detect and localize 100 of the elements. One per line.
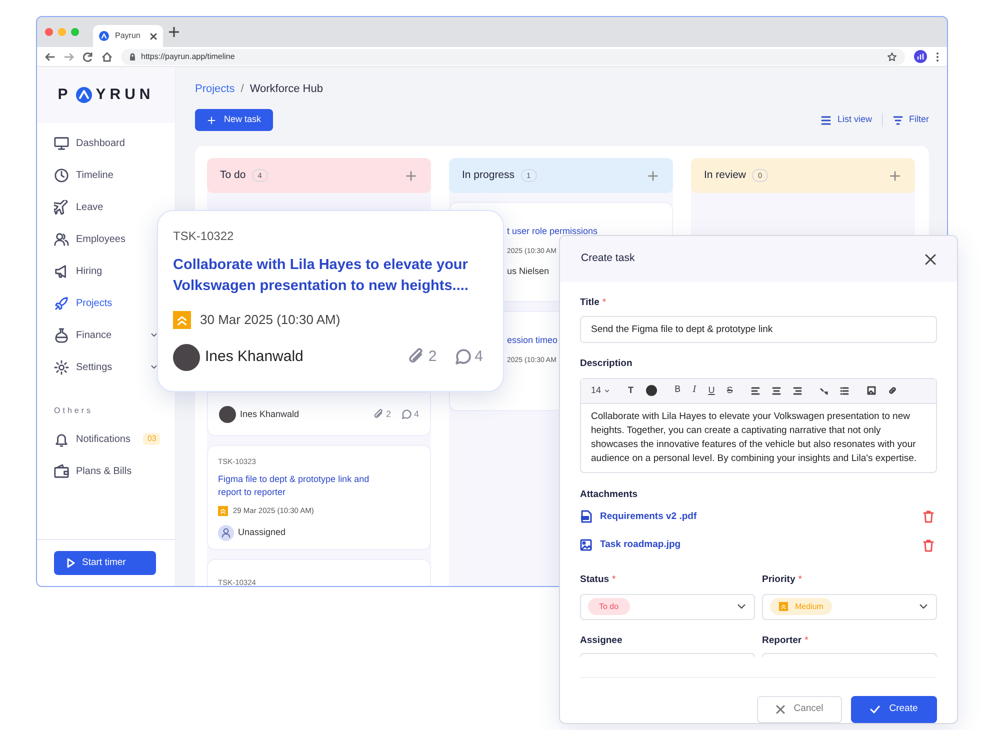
section-label: Others [54,405,94,417]
description-text: Collaborate with Lila Hayes to elevate your Volkswagen presentation to new heights. Together, you can create a captivating narrative that not only showcases the innovative features of the vehicle but also resonates with your audience on a personal level. By combining your insights and Lila's expertise. [590,410,918,466]
new-task-button[interactable]: New task [195,109,274,131]
sidebar-item[interactable]: Finance [54,319,158,351]
italic-button[interactable]: I [692,384,696,398]
required-mark: * [804,634,808,648]
filter-button[interactable]: Filter [893,113,929,127]
sidebar-item[interactable]: Settings [54,351,158,383]
sidebar-item[interactable]: Timeline [54,159,158,191]
attachment-link[interactable]: Requirements v2 .pdf [600,510,697,524]
url-text: https://payrun.app/timeline [141,50,235,62]
lock-icon [129,52,136,60]
home-icon [102,52,112,62]
chevron-icon [604,388,610,394]
field-label: Description [580,357,632,372]
title-input[interactable]: Send the Figma file to dept & prototype link [580,316,937,344]
address-bar[interactable]: https://payrun.app/timeline [121,48,905,64]
priority-icon [779,602,788,611]
sidebar-item[interactable]: Plans & Bills [54,455,158,487]
comment-icon [400,409,412,420]
sidebar-item[interactable]: Dashboard [54,127,158,159]
close-icon [150,32,157,40]
logo-icon [99,31,109,41]
flask-icon [54,328,69,342]
required-mark: * [612,573,616,588]
avatar [173,344,200,370]
breadcrumb-separator: / [240,82,244,97]
close-window-icon [45,28,53,36]
logo-text: P [58,84,72,105]
list-icon [821,116,832,124]
logo-icon [76,87,92,103]
users-icon [54,232,69,246]
field-label: Reporter [762,634,802,648]
modal-title: Create task [581,251,635,266]
logo-text: YRUN [96,84,154,105]
text-color-button[interactable] [646,385,657,396]
count-badge: 03 [143,433,160,445]
sidebar-item[interactable]: Hiring [54,255,158,287]
sidebar-item[interactable]: Notifications 03 [54,423,158,455]
assignee-name: Unassigned [238,526,286,539]
required-mark: * [602,296,606,310]
assignee-name: us Nielsen [507,265,550,278]
section-label: Attachments [580,488,639,502]
text-style-button[interactable]: T [628,384,634,398]
comment-count: 4 [474,346,483,367]
sidebar-item[interactable]: Employees [54,223,158,255]
sidebar-item[interactable]: Leave [54,191,158,223]
clock-icon [54,168,69,182]
image-icon [866,386,876,395]
task-title: Collaborate with Lila Hayes to elevate your Volkswagen presentation to new heights.... [173,256,470,296]
minimize-window-icon [58,28,66,36]
link-icon [888,386,897,395]
font-size-select[interactable]: 14 [591,384,610,398]
list-view-button[interactable]: List view [821,113,872,127]
align-left-icon [750,386,760,394]
priority-icon [173,310,191,329]
align-center-icon [772,386,781,394]
bell-icon [54,432,69,446]
required-mark: * [798,573,802,588]
start-timer-button[interactable]: Start timer [54,551,156,575]
reload-icon [83,52,93,62]
filter-icon [893,116,903,124]
task-card[interactable]: TSK-10322 Collaborate with Lila Hayes to elevate your Volkswagen presentation to new heights.... 30 Mar 2025 (10:30 AM) Ines Khanwald 2 4 [157,210,504,392]
browser-tab[interactable]: Payrun [93,25,163,47]
assignee-name: Ines Khanwald [240,408,300,421]
profile-icon [914,50,927,63]
add-icon [889,170,901,182]
trash-icon [923,538,934,552]
task-card[interactable]: Ines Khanwald 2 4 [207,393,431,436]
strikethrough-button[interactable]: S [726,384,733,398]
task-date: 30 Mar 2025 (10:30 AM) [200,311,340,329]
breadcrumb-link[interactable]: Projects [195,80,235,98]
star-icon [887,52,897,62]
priority-badge: Medium [770,598,832,615]
attachment-count: 2 [428,346,437,367]
cancel-button[interactable]: Cancel [757,696,842,723]
image-file-icon [580,539,592,552]
attachment-link[interactable]: Task roadmap.jpg [600,538,681,552]
forward-icon [64,52,74,62]
pdf-file-icon [580,510,592,524]
new-tab-icon [169,27,179,37]
field-label: Title [580,296,600,310]
wallet-icon [54,464,69,478]
maximize-window-icon [71,28,79,36]
close-icon [776,704,785,714]
check-icon [870,704,880,714]
add-icon [405,170,417,182]
bold-button[interactable]: B [674,384,681,398]
underline-button[interactable]: U [708,384,715,398]
more-icon [936,52,939,62]
add-icon [647,170,659,182]
column-title: To do [220,168,246,183]
create-button[interactable]: Create [851,696,937,723]
paperclip-icon [372,409,384,420]
sidebar-item[interactable]: Projects [54,287,158,319]
rich-text-editor[interactable] [580,378,937,472]
align-right-icon [792,386,802,394]
trash-icon [923,510,934,524]
field-label: Status [580,573,610,588]
task-id: TSK-10322 [173,228,235,245]
